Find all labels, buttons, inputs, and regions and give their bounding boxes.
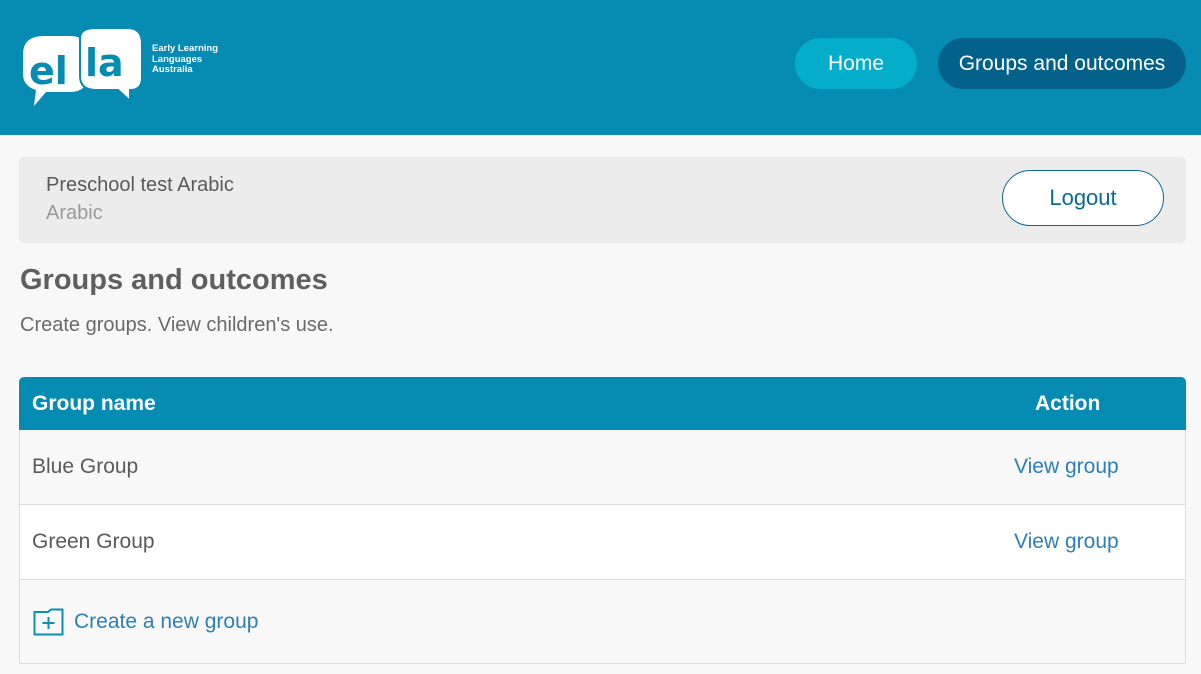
site-header: el la Early Learning Languages Australia…	[0, 0, 1201, 135]
logo-line: Early Learning	[152, 43, 218, 54]
logout-button[interactable]: Logout	[1002, 170, 1164, 226]
folder-plus-icon	[33, 608, 64, 636]
column-header-action: Action	[1035, 391, 1101, 415]
svg-text:el: el	[29, 49, 68, 93]
group-name-cell: Green Group	[32, 530, 155, 553]
user-name: Preschool test Arabic	[46, 174, 234, 196]
table-row: Blue Group View group	[19, 430, 1186, 505]
user-language: Arabic	[46, 202, 103, 224]
view-group-link[interactable]: View group	[1014, 505, 1119, 579]
create-group-row: Create a new group	[19, 580, 1186, 664]
table-header: Group name Action	[19, 377, 1186, 430]
page-title: Groups and outcomes	[20, 264, 328, 296]
user-info-bar: Preschool test Arabic Arabic Logout	[19, 157, 1186, 243]
page-subtitle: Create groups. View children's use.	[20, 314, 334, 336]
groups-table: Group name Action Blue Group View group …	[19, 377, 1186, 664]
table-row: Green Group View group	[19, 505, 1186, 580]
logo-tagline: Early Learning Languages Australia	[152, 43, 218, 76]
svg-text:la: la	[85, 41, 124, 85]
create-new-group-label: Create a new group	[74, 610, 259, 633]
nav-home-button[interactable]: Home	[795, 38, 917, 89]
create-new-group-link[interactable]: Create a new group	[33, 580, 258, 664]
view-group-link[interactable]: View group	[1014, 430, 1119, 504]
logo-line: Australia	[152, 64, 193, 75]
column-header-group-name: Group name	[32, 391, 156, 415]
group-name-cell: Blue Group	[32, 455, 139, 478]
nav-groups-outcomes-button[interactable]: Groups and outcomes	[938, 38, 1186, 89]
